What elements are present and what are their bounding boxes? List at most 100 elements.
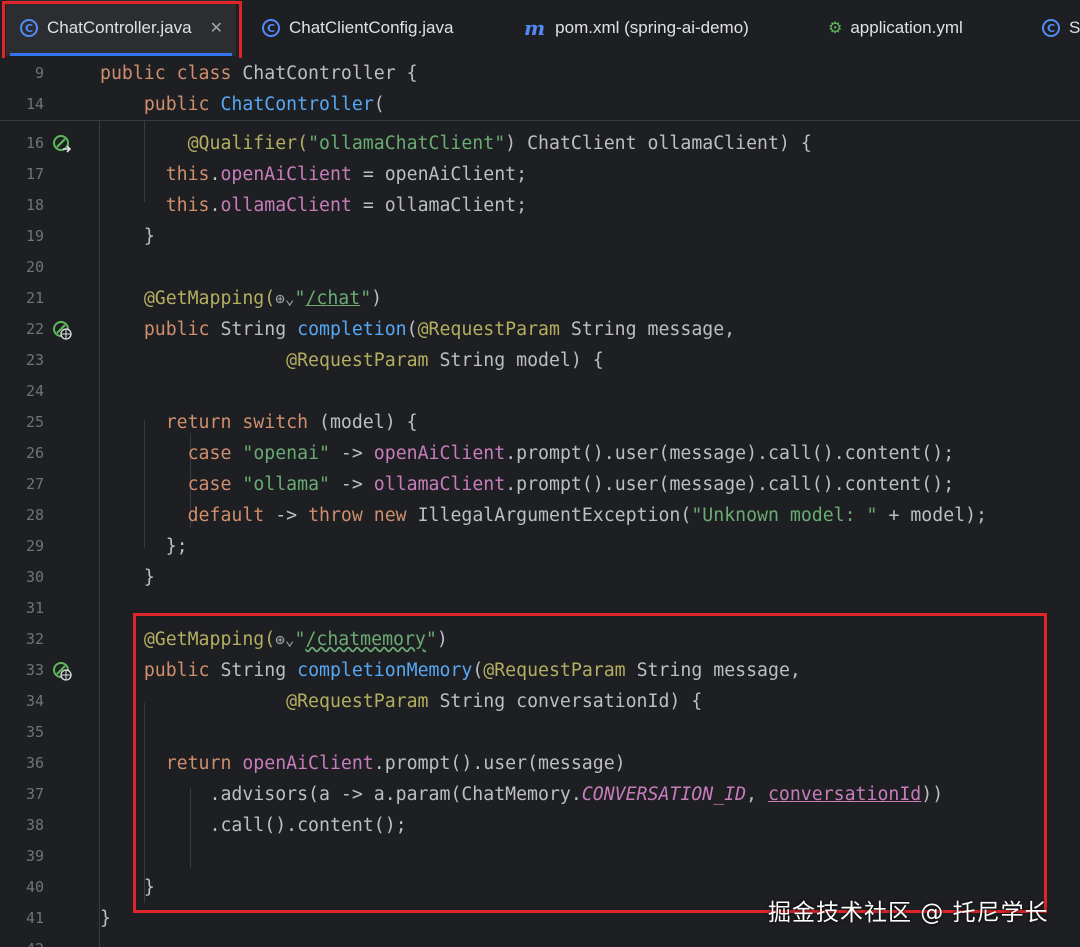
string-literal: " [360,288,372,309]
field-name: ollamaClient [220,195,352,216]
annotation: @Qualifier( [187,133,309,154]
punctuation: -> [264,505,309,526]
bean-navigate-icon[interactable] [52,134,72,154]
code-text: public String completion(@RequestParam S… [100,314,735,345]
code-text: @GetMapping(⊕⌄"/chat") [100,283,382,314]
field-name: ollamaClient [373,474,506,495]
code-line: 26 case "openai" -> openAiClient.prompt(… [0,438,1080,469]
tab-label: application.yml [850,18,963,37]
code-line: 20 [0,252,1080,283]
code-text: @RequestParam String model) { [100,345,604,376]
code-plain: } [143,226,155,247]
class-icon: C [1042,19,1060,37]
code-text: this.ollamaClient = ollamaClient; [100,190,527,221]
code-line: 17 this.openAiClient = openAiClient; [0,159,1080,190]
code-text: case "openai" -> openAiClient.prompt().u… [100,438,955,469]
highlight-box-active-tab [2,1,242,61]
punctuation: -> [329,443,374,464]
line-number: 37 [25,785,44,803]
code-line: 27 case "ollama" -> ollamaClient.prompt(… [0,469,1080,500]
code-plain: ) [371,288,383,309]
code-text: this.openAiClient = openAiClient; [100,159,527,190]
line-number: 40 [25,878,44,896]
keyword: public [143,94,210,115]
code-plain: (model) { [308,412,418,433]
tab-label: pom.xml (spring-ai-demo) [555,18,749,37]
endpoint-gutter-icon[interactable] [52,320,72,340]
code-text: } [100,221,155,252]
line-number: 24 [25,382,44,400]
code-line: 28 default -> throw new IllegalArgumentE… [0,500,1080,531]
code-plain: + model); [877,505,987,526]
punctuation: . [209,195,221,216]
class-icon: C [262,19,280,37]
code-line: 30 } [0,562,1080,593]
code-line: 21 @GetMapping(⊕⌄"/chat") [0,283,1080,314]
line-number: 17 [25,165,44,183]
string-literal: "ollamaChatClient" [308,133,506,154]
method-name: completion [297,319,407,340]
tab-application-yml[interactable]: ⚙ application.yml [828,0,963,56]
line-number: 16 [25,134,44,152]
url-path[interactable]: /chat [305,288,360,309]
line-number: 22 [25,320,44,338]
code-line: 19 } [0,221,1080,252]
code-text: public ChatController( [100,89,385,120]
line-number: 25 [25,413,44,431]
sticky-scroll-header: 9 public class ChatController { 14 publi… [0,58,1080,121]
code-text: default -> throw new IllegalArgumentExce… [100,500,987,531]
string-literal: "openai" [242,443,330,464]
code-line: 42 [0,930,1080,947]
code-line: 23 @RequestParam String model) { [0,345,1080,376]
code-text: return switch (model) { [100,407,418,438]
line-number: 9 [34,64,44,82]
line-number: 20 [25,258,44,276]
globe-icon[interactable]: ⊕⌄ [275,289,294,308]
line-number: 19 [25,227,44,245]
keyword: return [165,412,232,433]
code-text: }; [100,531,188,562]
line-number: 32 [25,630,44,648]
field-name: openAiClient [373,443,506,464]
endpoint-gutter-icon[interactable] [52,661,72,681]
punctuation: -> [329,474,374,495]
code-line: 29 }; [0,531,1080,562]
keyword: public [100,63,166,84]
annotation: @GetMapping( [143,288,276,309]
code-line: 9 public class ChatController { [0,58,1080,89]
line-number: 34 [25,692,44,710]
tab-label: ChatClientConfig.java [289,18,454,37]
code-plain: } [100,908,111,929]
keyword: throw [308,505,363,526]
annotation: @RequestParam [286,350,429,371]
code-line: 24 [0,376,1080,407]
code-plain: } [143,567,155,588]
line-number: 35 [25,723,44,741]
tab-chatclientconfig[interactable]: C ChatClientConfig.java [262,0,453,56]
punctuation: . [209,164,221,185]
code-plain: ) ChatClient ollamaClient) { [505,133,812,154]
line-number: 27 [25,475,44,493]
code-line: 18 this.ollamaClient = ollamaClient; [0,190,1080,221]
tab-overflow[interactable]: C Sp [1042,0,1080,56]
line-number: 30 [25,568,44,586]
line-number: 29 [25,537,44,555]
punctuation: ( [406,319,418,340]
code-plain: String model) { [428,350,604,371]
code-line: 16 @Qualifier("ollamaChatClient") ChatCl… [0,128,1080,159]
keyword: class [176,63,232,84]
line-number: 42 [0,934,44,947]
tab-label: Sp [1069,18,1080,37]
code-line: 22 public String completion(@RequestPara… [0,314,1080,345]
field-name: openAiClient [220,164,352,185]
code-line: 25 return switch (model) { [0,407,1080,438]
tab-pom[interactable]: m pom.xml (spring-ai-demo) [524,0,749,56]
line-number: 23 [25,351,44,369]
keyword: default [187,505,265,526]
keyword: this [165,195,210,216]
keyword: case [187,443,232,464]
code-plain: = openAiClient; [351,164,528,185]
line-number: 31 [25,599,44,617]
line-number: 21 [25,289,44,307]
keyword: public [143,319,210,340]
